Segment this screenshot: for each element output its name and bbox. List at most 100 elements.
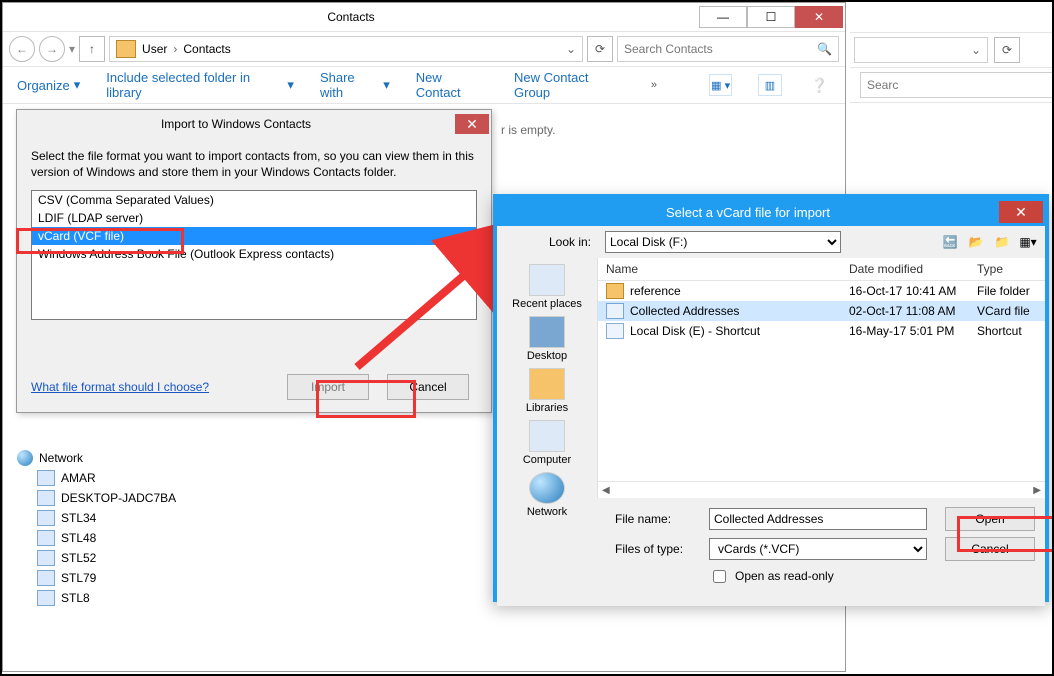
file-row-shortcut[interactable]: Local Disk (E) - Shortcut 16-May-17 5:01… <box>598 321 1045 341</box>
file-type-label: Files of type: <box>615 542 701 556</box>
place-label: Network <box>527 506 567 518</box>
tree-node[interactable]: STL48 <box>17 528 176 548</box>
file-row-collected-addresses[interactable]: Collected Addresses 02-Oct-17 11:08 AM V… <box>598 301 1045 321</box>
tree-node-label: STL48 <box>61 531 96 545</box>
secondary-window-sliver: ⌄ ⟳ Searc <box>850 2 1054 102</box>
maximize-button[interactable]: ☐ <box>747 6 795 28</box>
tree-node-label: STL34 <box>61 511 96 525</box>
open-readonly-label: Open as read-only <box>735 569 834 583</box>
place-recent[interactable]: Recent places <box>502 264 592 310</box>
navigation-tree: Network AMAR DESKTOP-JADC7BA STL34 STL48… <box>17 448 176 608</box>
screenshot-frame: Contacts — ☐ ✕ ← → ▾ ↑ User › Contacts ⌄… <box>0 0 1054 676</box>
place-network[interactable]: Network <box>502 472 592 518</box>
close-button[interactable]: ✕ <box>795 6 843 28</box>
computer-icon <box>37 470 55 486</box>
tree-node[interactable]: STL34 <box>17 508 176 528</box>
column-headers[interactable]: Name Date modified Type <box>598 258 1045 281</box>
file-row-reference[interactable]: reference 16-Oct-17 10:41 AM File folder <box>598 281 1045 301</box>
place-desktop[interactable]: Desktop <box>502 316 592 362</box>
tree-node-label: STL8 <box>61 591 90 605</box>
file-date: 16-Oct-17 10:41 AM <box>849 284 977 298</box>
nav-forward-button[interactable]: → <box>39 36 65 62</box>
view-menu-icon[interactable]: ▦▾ <box>1019 233 1037 251</box>
refresh-button[interactable]: ⟳ <box>994 37 1020 63</box>
organize-menu[interactable]: Organize▾ <box>17 77 80 93</box>
tree-node[interactable]: STL8 <box>17 588 176 608</box>
file-type: File folder <box>977 284 1045 298</box>
refresh-button[interactable]: ⟳ <box>587 36 613 62</box>
format-option-csv[interactable]: CSV (Comma Separated Values) <box>32 191 476 209</box>
file-name: reference <box>630 284 849 298</box>
breadcrumb[interactable]: User › Contacts ⌄ <box>109 36 583 62</box>
import-button[interactable]: Import <box>287 374 369 400</box>
look-in-select[interactable]: Local Disk (F:) <box>605 231 841 253</box>
tree-node-label: STL52 <box>61 551 96 565</box>
vcard-file-picker-dialog: Select a vCard file for import ✕ Look in… <box>493 194 1049 602</box>
format-list[interactable]: CSV (Comma Separated Values) LDIF (LDAP … <box>31 190 477 320</box>
chevron-down-icon: ▾ <box>74 77 81 93</box>
file-list: Name Date modified Type reference 16-Oct… <box>598 258 1045 498</box>
open-button[interactable]: Open <box>945 507 1035 531</box>
include-in-library-menu[interactable]: Include selected folder in library▾ <box>106 70 294 100</box>
chevron-right-icon[interactable]: » <box>651 79 657 91</box>
nav-back-button[interactable]: ← <box>9 36 35 62</box>
up-folder-icon[interactable]: 📂 <box>967 233 985 251</box>
help-icon[interactable]: ❔ <box>808 74 831 96</box>
open-readonly-checkbox[interactable] <box>713 570 726 583</box>
place-libraries[interactable]: Libraries <box>502 368 592 414</box>
new-contact-button[interactable]: New Contact <box>416 70 488 100</box>
places-bar: Recent places Desktop Libraries Computer… <box>497 258 598 498</box>
breadcrumb-dropdown-icon[interactable]: ⌄ <box>854 37 988 63</box>
file-type-select[interactable]: vCards (*.VCF) <box>709 538 927 560</box>
format-option-vcard[interactable]: vCard (VCF file) <box>32 227 476 245</box>
import-contacts-dialog: Import to Windows Contacts ✕ Select the … <box>16 109 492 413</box>
scroll-left-icon[interactable]: ◀ <box>602 485 610 496</box>
computer-icon <box>37 590 55 606</box>
cancel-button[interactable]: Cancel <box>387 374 469 400</box>
tree-node[interactable]: STL79 <box>17 568 176 588</box>
tree-node-label: STL79 <box>61 571 96 585</box>
place-computer[interactable]: Computer <box>502 420 592 466</box>
contacts-titlebar: Contacts — ☐ ✕ <box>3 3 845 31</box>
scroll-right-icon[interactable]: ▶ <box>1033 485 1041 496</box>
close-button[interactable]: ✕ <box>999 201 1043 223</box>
tree-network[interactable]: Network <box>17 448 176 468</box>
tree-node[interactable]: AMAR <box>17 468 176 488</box>
nav-back-icon[interactable]: 🔙 <box>941 233 959 251</box>
minimize-button[interactable]: — <box>699 6 747 28</box>
address-bar-row: ← → ▾ ↑ User › Contacts ⌄ ⟳ Search Conta… <box>3 31 845 67</box>
new-contact-group-button[interactable]: New Contact Group <box>514 70 625 100</box>
cancel-button[interactable]: Cancel <box>945 537 1035 561</box>
breadcrumb-dropdown-icon[interactable]: ⌄ <box>566 42 576 56</box>
file-name-label: File name: <box>615 512 701 526</box>
chevron-down-icon[interactable]: ▾ <box>69 42 75 56</box>
col-type[interactable]: Type <box>977 262 1045 276</box>
nav-up-button[interactable]: ↑ <box>79 36 105 62</box>
col-date[interactable]: Date modified <box>849 262 977 276</box>
preview-pane-button[interactable]: ▥ <box>758 74 781 96</box>
tree-node[interactable]: DESKTOP-JADC7BA <box>17 488 176 508</box>
file-date: 02-Oct-17 11:08 AM <box>849 304 977 318</box>
search-input[interactable]: Searc <box>860 72 1054 98</box>
tree-node[interactable]: STL52 <box>17 548 176 568</box>
search-input[interactable]: Search Contacts 🔍 <box>617 36 839 62</box>
computer-icon <box>37 550 55 566</box>
file-name-input[interactable] <box>709 508 927 530</box>
dialog-description: Select the file format you want to impor… <box>17 138 491 180</box>
horizontal-scrollbar[interactable]: ◀ ▶ <box>598 481 1045 498</box>
help-format-link[interactable]: What file format should I choose? <box>31 380 209 394</box>
new-folder-icon[interactable]: 📁 <box>993 233 1011 251</box>
vcard-file-icon <box>606 303 624 319</box>
file-name: Collected Addresses <box>630 304 849 318</box>
close-button[interactable]: ✕ <box>455 114 489 134</box>
format-option-ldif[interactable]: LDIF (LDAP server) <box>32 209 476 227</box>
share-with-menu[interactable]: Share with▾ <box>320 70 390 100</box>
computer-icon <box>37 530 55 546</box>
col-name[interactable]: Name <box>606 262 849 276</box>
place-label: Computer <box>523 454 571 466</box>
picker-title: Select a vCard file for import <box>497 205 999 220</box>
search-icon: 🔍 <box>817 42 832 56</box>
view-options-button[interactable]: ▦ ▾ <box>709 74 732 96</box>
format-option-wab[interactable]: Windows Address Book File (Outlook Expre… <box>32 245 476 263</box>
desktop-icon <box>529 316 565 348</box>
